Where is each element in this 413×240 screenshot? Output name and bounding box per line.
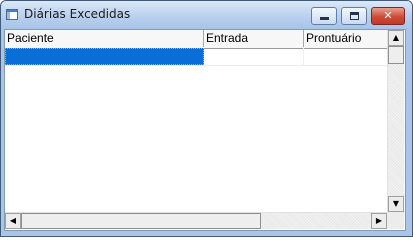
arrow-up-icon: ▲ [392,33,400,42]
horizontal-scrollbar[interactable]: ◀ ▶ [5,212,387,229]
cell-entrada[interactable] [204,48,304,65]
column-header-row: Paciente Entrada Prontuário [5,30,387,49]
horizontal-scroll-thumb[interactable] [21,213,261,229]
scroll-up-button[interactable]: ▲ [388,30,404,46]
arrow-left-icon: ◀ [9,216,17,225]
selected-cell-paciente[interactable] [5,48,204,65]
app-window: Diárias Excedidas ✕ Paciente Entrada Pro… [0,0,413,237]
close-icon: ✕ [383,9,393,22]
app-window-icon[interactable] [6,9,18,20]
scrollbar-corner [387,212,404,229]
scroll-left-button[interactable]: ◀ [5,213,21,229]
column-header-entrada[interactable]: Entrada [204,30,304,47]
arrow-right-icon: ▶ [375,216,383,225]
column-header-paciente[interactable]: Paciente [5,30,204,47]
maximize-icon [350,12,359,20]
minimize-button[interactable] [311,7,337,25]
arrow-down-icon: ▼ [392,199,400,208]
table-row[interactable] [5,48,387,66]
close-button[interactable]: ✕ [371,7,405,25]
column-header-prontuario[interactable]: Prontuário [304,30,387,47]
scroll-down-button[interactable]: ▼ [388,196,404,212]
scroll-right-button[interactable]: ▶ [371,213,387,229]
title-bar[interactable]: Diárias Excedidas ✕ [1,1,412,29]
vertical-scroll-thumb[interactable] [388,46,404,64]
window-title: Diárias Excedidas [24,7,131,21]
grid-container: Paciente Entrada Prontuário ▲ ▼ ◀ ▶ [4,29,406,231]
maximize-button[interactable] [341,7,367,25]
minimize-icon [320,17,329,20]
cell-prontuario[interactable] [304,48,387,65]
vertical-scrollbar[interactable]: ▲ ▼ [387,30,404,212]
